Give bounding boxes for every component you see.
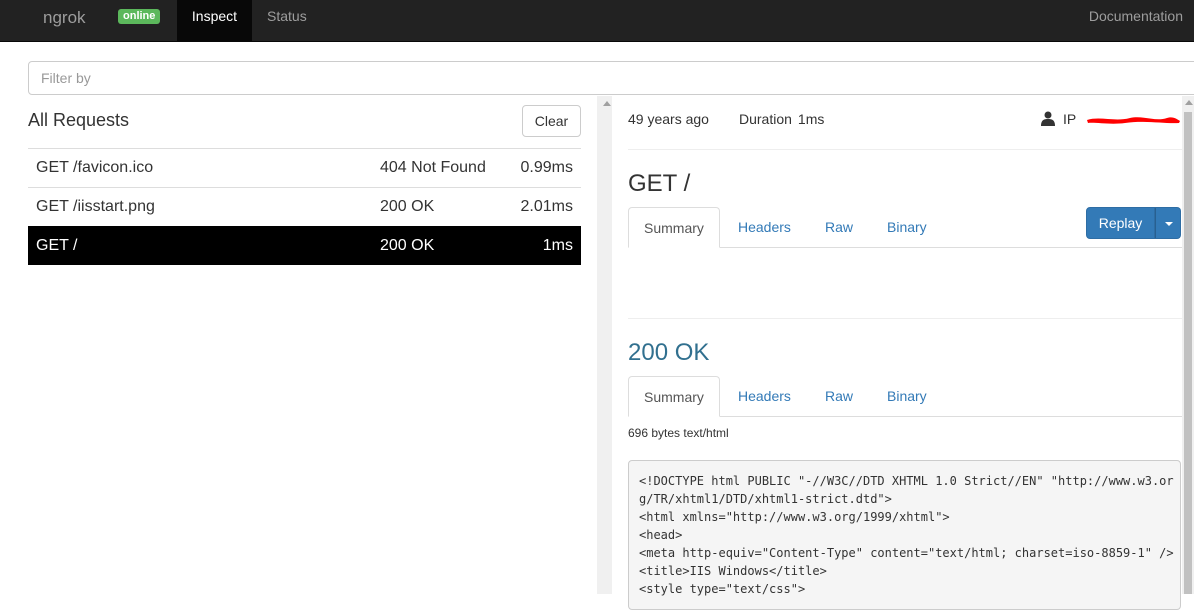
- clear-button[interactable]: Clear: [522, 105, 581, 137]
- tab-response-binary[interactable]: Binary: [887, 376, 927, 417]
- request-duration: 2.01ms: [520, 198, 573, 215]
- response-size: 696 bytes text/html: [628, 426, 729, 440]
- request-path: GET /iisstart.png: [36, 198, 155, 215]
- request-path: GET /: [36, 237, 78, 254]
- table-row[interactable]: GET /iisstart.png 200 OK 2.01ms: [28, 187, 581, 226]
- request-status: 200 OK: [380, 237, 435, 254]
- redaction-mark: [1087, 117, 1180, 124]
- nav-tab-status[interactable]: Status: [267, 0, 307, 32]
- request-status: 404 Not Found: [380, 159, 486, 176]
- replay-dropdown-caret-icon[interactable]: [1155, 207, 1181, 239]
- tab-request-headers[interactable]: Headers: [738, 207, 791, 248]
- tab-request-summary[interactable]: Summary: [628, 207, 720, 248]
- code-line: <style type="text/css">: [639, 582, 806, 596]
- table-row-selected[interactable]: GET / 200 OK 1ms: [28, 226, 581, 265]
- nav-tab-inspect[interactable]: Inspect: [177, 0, 252, 42]
- response-tabs: Summary Headers Raw Binary: [628, 376, 1182, 417]
- code-line: g/TR/xhtml1/DTD/xhtml1-strict.dtd">: [639, 492, 892, 506]
- request-heading: GET /: [628, 170, 691, 197]
- tab-response-headers[interactable]: Headers: [738, 376, 791, 417]
- divider: [628, 318, 1182, 319]
- left-scrollbar[interactable]: [597, 96, 612, 594]
- table-row[interactable]: GET /favicon.ico 404 Not Found 0.99ms: [28, 148, 581, 187]
- requests-table: GET /favicon.ico 404 Not Found 0.99ms GE…: [28, 148, 581, 265]
- request-status: 200 OK: [380, 198, 435, 215]
- replay-button[interactable]: Replay: [1086, 207, 1155, 239]
- requests-title: All Requests: [28, 110, 130, 130]
- scroll-up-arrow-icon[interactable]: [603, 101, 611, 106]
- code-line: <!DOCTYPE html PUBLIC "-//W3C//DTD XHTML…: [639, 474, 1174, 488]
- brand-logo[interactable]: ngrok: [43, 8, 86, 28]
- tab-request-binary[interactable]: Binary: [887, 207, 927, 248]
- scrollbar-thumb[interactable]: [1184, 112, 1192, 594]
- nav-link-documentation[interactable]: Documentation: [1089, 0, 1183, 32]
- duration-label: Duration: [739, 111, 792, 127]
- user-icon: [1041, 111, 1055, 126]
- request-duration-meta: Duration 1ms: [739, 111, 824, 127]
- request-duration: 1ms: [542, 237, 573, 254]
- response-body-code[interactable]: <!DOCTYPE html PUBLIC "-//W3C//DTD XHTML…: [628, 460, 1181, 610]
- scroll-up-arrow-icon[interactable]: [1185, 100, 1193, 105]
- top-navbar: ngrok online Inspect Status Documentatio…: [0, 0, 1194, 42]
- code-line: <html xmlns="http://www.w3.org/1999/xhtm…: [639, 510, 950, 524]
- code-line: <head>: [639, 528, 683, 542]
- filter-input[interactable]: [28, 61, 1194, 95]
- request-path: GET /favicon.ico: [36, 159, 154, 176]
- duration-value: 1ms: [797, 111, 825, 127]
- tab-response-summary[interactable]: Summary: [628, 376, 720, 417]
- request-duration: 0.99ms: [520, 159, 573, 176]
- tab-response-raw[interactable]: Raw: [825, 376, 853, 417]
- code-line: <meta http-equiv="Content-Type" content=…: [639, 546, 1174, 560]
- response-heading: 200 OK: [628, 339, 710, 366]
- divider: [628, 149, 1182, 150]
- status-badge: online: [118, 9, 161, 24]
- code-line: <title>IIS Windows</title>: [639, 564, 827, 578]
- tab-request-raw[interactable]: Raw: [825, 207, 853, 248]
- ip-label: IP: [1063, 111, 1077, 127]
- request-time-ago: 49 years ago: [628, 111, 709, 127]
